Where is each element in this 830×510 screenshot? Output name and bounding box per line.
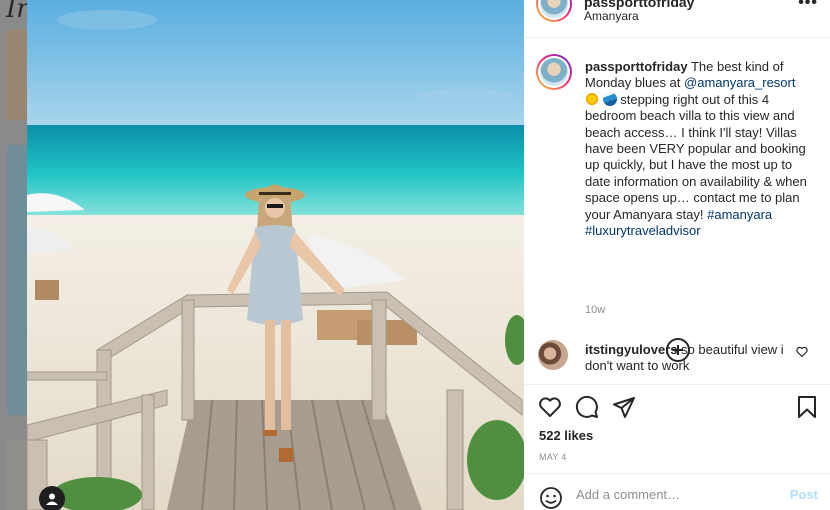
user-tag-button[interactable] <box>39 486 65 510</box>
caption-hashtag[interactable]: #amanyara <box>707 207 772 222</box>
caption-time-ago: 10w <box>585 304 606 316</box>
comment-like-heart-icon[interactable] <box>796 346 808 358</box>
background-thumbnail <box>7 30 27 120</box>
user-tag-icon <box>46 493 58 505</box>
share-icon[interactable] <box>612 395 636 419</box>
add-comment-bar: Post <box>524 473 830 510</box>
commenter-username[interactable]: itstingyulovers <box>585 342 677 357</box>
comment-text: itstingyulovers so beautiful view i don'… <box>585 342 795 375</box>
post-comment-button[interactable]: Post <box>790 487 818 502</box>
post-caption: passporttofriday The best kind of Monday… <box>585 59 815 239</box>
background-thumbnail <box>7 145 27 415</box>
commenter-avatar[interactable] <box>538 340 568 370</box>
post-side-panel: passporttofriday Amanyara ••• passportto… <box>524 0 830 510</box>
caption-username[interactable]: passporttofriday <box>585 59 688 74</box>
caption-text: stepping right out of this 4 bedroom bea… <box>585 91 807 222</box>
likes-count[interactable]: 522 likes <box>539 428 593 443</box>
post-location[interactable]: Amanyara <box>584 9 639 23</box>
caption-author-avatar[interactable] <box>536 54 572 90</box>
caption-hashtag[interactable]: #luxurytraveladvisor <box>585 223 701 238</box>
wave-emoji-icon <box>602 91 617 106</box>
post-photo[interactable] <box>27 0 524 510</box>
comment-item: itstingyulovers so beautiful view i don'… <box>524 338 830 378</box>
comment-icon[interactable] <box>575 395 599 419</box>
add-comment-input[interactable] <box>576 487 776 502</box>
background-logo: In <box>6 0 27 24</box>
background-thumbnail <box>7 440 27 510</box>
bookmark-icon[interactable] <box>796 395 818 419</box>
caption-mention[interactable]: @amanyara_resort <box>684 75 795 90</box>
sun-emoji-icon <box>585 91 599 106</box>
author-avatar[interactable] <box>536 0 572 22</box>
post-actions: 522 likes MAY 4 Post <box>524 384 830 510</box>
post-header: passporttofriday Amanyara ••• <box>524 0 830 38</box>
heart-icon[interactable] <box>538 395 562 419</box>
emoji-icon[interactable] <box>539 486 563 510</box>
background-page: In <box>0 0 27 510</box>
more-icon[interactable]: ••• <box>798 0 818 12</box>
post-date[interactable]: MAY 4 <box>539 452 567 462</box>
